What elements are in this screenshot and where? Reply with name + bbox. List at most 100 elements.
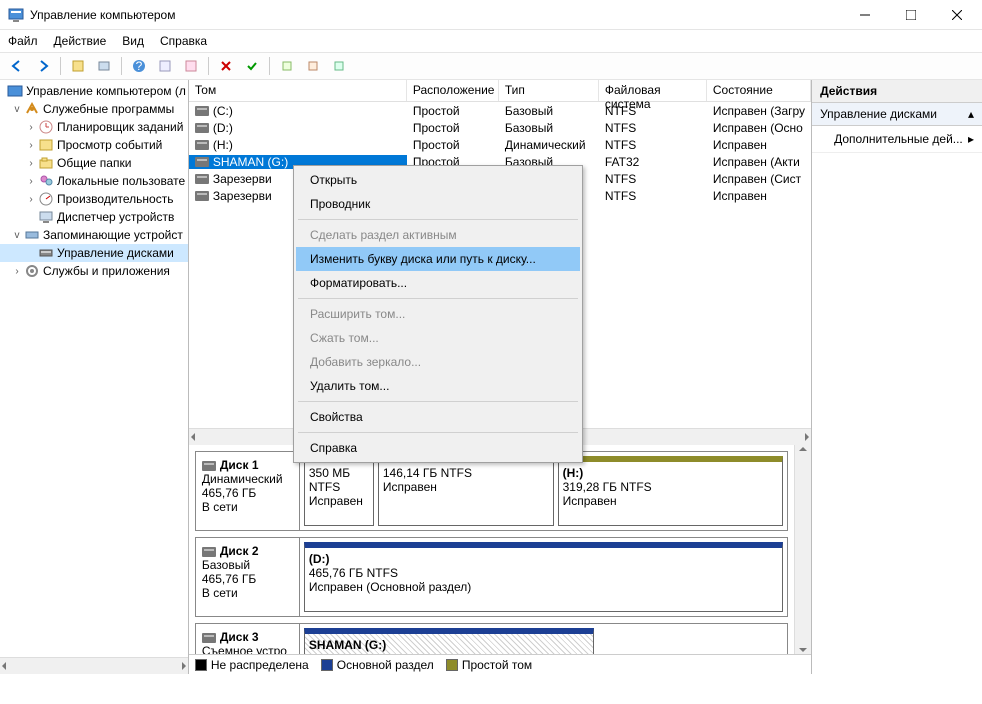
part-size: 465,76 ГБ NTFS xyxy=(309,566,778,580)
tree-root-label: Управление компьютером (л xyxy=(26,84,186,98)
tree-shared[interactable]: ›Общие папки xyxy=(0,154,188,172)
volume-icon xyxy=(195,157,209,167)
check-icon[interactable] xyxy=(241,55,263,77)
ctx-format[interactable]: Форматировать... xyxy=(296,271,580,295)
disk-row: Диск 1 Динамический 465,76 ГБ В сети 350… xyxy=(195,451,788,531)
part-name: SHAMAN (G:) xyxy=(309,638,589,652)
tree-label: Диспетчер устройств xyxy=(57,210,174,224)
tree-eventviewer[interactable]: ›Просмотр событий xyxy=(0,136,188,154)
tree-users[interactable]: ›Локальные пользовате xyxy=(0,172,188,190)
disk-size: 465,76 ГБ xyxy=(202,486,293,500)
volume-row[interactable]: (D:)ПростойБазовыйNTFSИсправен (Осно xyxy=(189,119,811,136)
ctx-explorer[interactable]: Проводник xyxy=(296,192,580,216)
ctx-shrink: Сжать том... xyxy=(296,326,580,350)
ctx-open[interactable]: Открыть xyxy=(296,168,580,192)
context-menu: Открыть Проводник Сделать раздел активны… xyxy=(293,165,583,463)
delete-icon[interactable] xyxy=(215,55,237,77)
volume-row[interactable]: (C:)ПростойБазовыйNTFSИсправен (Загру xyxy=(189,102,811,119)
disk-type: Динамический xyxy=(202,472,293,486)
col-fs[interactable]: Файловая система xyxy=(599,80,707,101)
chevron-right-icon: ▸ xyxy=(968,132,974,146)
legend-swatch-simple xyxy=(446,659,458,671)
menubar: Файл Действие Вид Справка xyxy=(0,30,982,52)
tree-label: Производительность xyxy=(57,192,173,206)
volume-icon xyxy=(195,106,209,116)
menu-action[interactable]: Действие xyxy=(54,34,107,48)
tree-services[interactable]: ›Службы и приложения xyxy=(0,262,188,280)
ctx-properties[interactable]: Свойства xyxy=(296,405,580,429)
disk-row: Диск 2 Базовый 465,76 ГБ В сети (D:) 465… xyxy=(195,537,788,617)
nav-tree: Управление компьютером (л vСлужебные про… xyxy=(0,80,189,674)
tree-label: Служебные программы xyxy=(43,102,174,116)
volume-row[interactable]: (H:)ПростойДинамическийNTFSИсправен xyxy=(189,136,811,153)
help-icon[interactable]: ? xyxy=(128,55,150,77)
partition[interactable]: 350 МБ NTFS Исправен xyxy=(304,456,374,526)
col-layout[interactable]: Расположение xyxy=(407,80,499,101)
tree-storage[interactable]: vЗапоминающие устройст xyxy=(0,226,188,244)
col-status[interactable]: Состояние xyxy=(707,80,811,101)
disk-name: Диск 1 xyxy=(220,458,259,472)
tree-devmgr[interactable]: Диспетчер устройств xyxy=(0,208,188,226)
tree-root[interactable]: Управление компьютером (л xyxy=(0,82,188,100)
part-status: Исправен xyxy=(309,494,369,508)
disk-label[interactable]: Диск 1 Динамический 465,76 ГБ В сети xyxy=(196,452,300,530)
partition[interactable]: (H:) 319,28 ГБ NTFS Исправен xyxy=(558,456,783,526)
col-volume[interactable]: Том xyxy=(189,80,407,101)
titlebar: Управление компьютером xyxy=(0,0,982,30)
partition-selected[interactable]: SHAMAN (G:) 3,77 ГБ FAT32 Исправен (Акти… xyxy=(304,628,594,654)
back-button[interactable] xyxy=(6,55,28,77)
disk-icon xyxy=(202,461,216,471)
partition[interactable]: (D:) 465,76 ГБ NTFS Исправен (Основной р… xyxy=(304,542,783,612)
tree-hscroll[interactable] xyxy=(0,657,188,674)
ctx-change-letter[interactable]: Изменить букву диска или путь к диску... xyxy=(296,247,580,271)
ctx-delete[interactable]: Удалить том... xyxy=(296,374,580,398)
legend-label: Основной раздел xyxy=(337,658,434,672)
ctx-help[interactable]: Справка xyxy=(296,436,580,460)
collapse-icon: ▴ xyxy=(968,107,974,121)
legend-swatch-primary xyxy=(321,659,333,671)
maximize-button[interactable] xyxy=(888,0,934,30)
part-status: Исправен xyxy=(563,494,778,508)
legend-label: Не распределена xyxy=(211,658,309,672)
minimize-button[interactable] xyxy=(842,0,888,30)
tb-icon-5[interactable] xyxy=(276,55,298,77)
menu-help[interactable]: Справка xyxy=(160,34,207,48)
disk-name: Диск 3 xyxy=(220,630,259,644)
disks-panel: Диск 1 Динамический 465,76 ГБ В сети 350… xyxy=(189,445,811,654)
tree-scheduler[interactable]: ›Планировщик заданий xyxy=(0,118,188,136)
actions-group[interactable]: Управление дисками ▴ xyxy=(812,103,982,126)
tb-icon-7[interactable] xyxy=(328,55,350,77)
tb-icon-2[interactable] xyxy=(93,55,115,77)
volume-icon xyxy=(195,174,209,184)
menu-file[interactable]: Файл xyxy=(8,34,38,48)
volume-icon xyxy=(195,123,209,133)
disk-row: Диск 3 Съемное устро 3,77 ГБ В сети SHAM… xyxy=(195,623,788,654)
close-button[interactable] xyxy=(934,0,980,30)
part-name: (H:) xyxy=(563,466,778,480)
legend-swatch-unalloc xyxy=(195,659,207,671)
tree-system-tools[interactable]: vСлужебные программы xyxy=(0,100,188,118)
actions-header: Действия xyxy=(812,80,982,103)
part-name: (D:) xyxy=(309,552,778,566)
tb-icon-1[interactable] xyxy=(67,55,89,77)
tree-diskmgmt[interactable]: Управление дисками xyxy=(0,244,188,262)
disk-icon xyxy=(202,633,216,643)
volume-icon xyxy=(195,191,209,201)
forward-button[interactable] xyxy=(32,55,54,77)
ctx-mirror: Добавить зеркало... xyxy=(296,350,580,374)
part-size: 350 МБ NTFS xyxy=(309,466,369,494)
disk-label[interactable]: Диск 2 Базовый 465,76 ГБ В сети xyxy=(196,538,300,616)
actions-more[interactable]: Дополнительные дей...▸ xyxy=(812,126,982,153)
disk-type: Базовый xyxy=(202,558,293,572)
tb-icon-3[interactable] xyxy=(154,55,176,77)
disk-label[interactable]: Диск 3 Съемное устро 3,77 ГБ В сети xyxy=(196,624,300,654)
tree-perf[interactable]: ›Производительность xyxy=(0,190,188,208)
legend: Не распределена Основной раздел Простой … xyxy=(189,654,811,674)
col-type[interactable]: Тип xyxy=(499,80,599,101)
menu-view[interactable]: Вид xyxy=(122,34,144,48)
partition[interactable]: 146,14 ГБ NTFS Исправен xyxy=(378,456,554,526)
actions-group-label: Управление дисками xyxy=(820,107,937,121)
disks-vscroll[interactable] xyxy=(794,445,811,654)
tb-icon-4[interactable] xyxy=(180,55,202,77)
tb-icon-6[interactable] xyxy=(302,55,324,77)
